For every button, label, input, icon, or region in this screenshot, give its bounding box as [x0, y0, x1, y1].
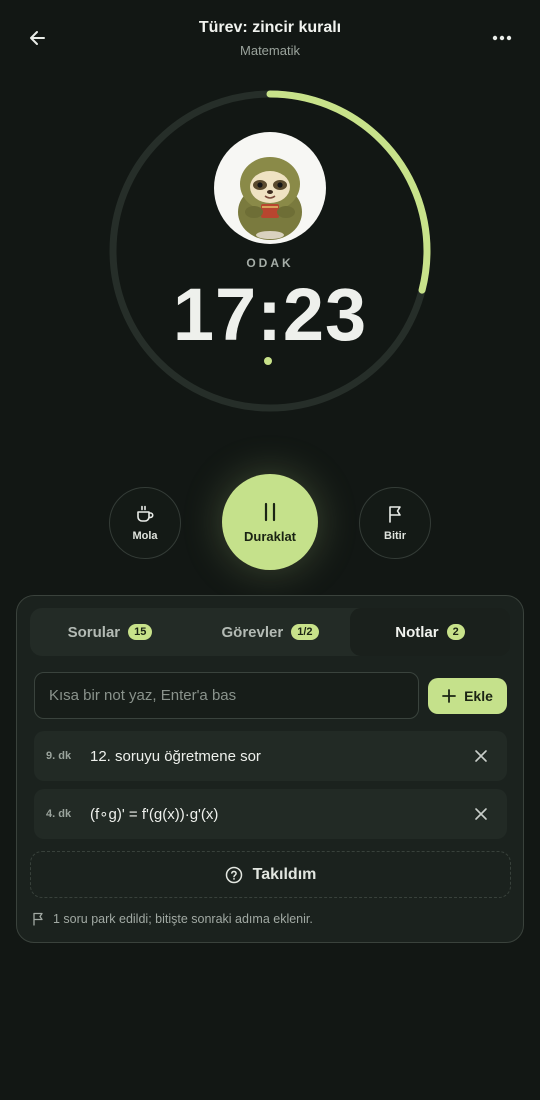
pause-label: Duraklat: [243, 528, 297, 544]
pause-icon: [264, 502, 276, 521]
finish-label: Bitir: [384, 530, 406, 542]
timer-mode-label: ODAK: [246, 256, 294, 270]
more-horizontal-icon: [492, 35, 512, 41]
tab-label: Notlar: [395, 623, 439, 641]
coffee-cup-icon: [137, 505, 154, 522]
delete-note-button[interactable]: [461, 736, 501, 776]
flag-icon: [33, 912, 43, 926]
tab-label: Görevler: [221, 623, 284, 641]
flag-icon: [389, 506, 401, 523]
tab-sorular[interactable]: Sorular 15: [30, 608, 190, 656]
note-input[interactable]: [34, 672, 419, 719]
stuck-button[interactable]: Takıldım: [30, 851, 511, 898]
finish-button[interactable]: Bitir: [359, 487, 431, 559]
sloth-avatar: [214, 132, 326, 244]
page-subtitle: Matematik: [240, 43, 300, 58]
break-button[interactable]: Mola: [109, 487, 181, 559]
tab-gorevler[interactable]: Görevler 1/2: [190, 608, 350, 656]
session-indicator-dot: [264, 357, 272, 365]
close-icon: [475, 808, 487, 820]
note-text: 12. soruyu öğretmene sor: [90, 747, 261, 765]
panel-tabs: Sorular 15 Görevler 1/2 Notlar 2: [30, 608, 510, 656]
plus-icon: [442, 689, 456, 703]
note-minute: 9. dk: [46, 750, 72, 762]
pause-button[interactable]: Duraklat: [222, 474, 318, 570]
question-circle-icon: [225, 866, 242, 883]
close-icon: [475, 750, 487, 762]
list-item: 4. dk (f∘g)' = f'(g(x))·g'(x): [34, 789, 507, 839]
tab-label: Sorular: [67, 623, 121, 641]
tab-count-badge: 15: [128, 624, 153, 640]
note-text: (f∘g)' = f'(g(x))·g'(x): [90, 806, 219, 823]
footnote-text: 1 soru park edildi; bitişte sonraki adım…: [53, 912, 313, 926]
tab-count-badge: 2: [446, 624, 465, 640]
focus-session-screen: Türev: zincir kuralı Matematik ODAK 17:2…: [0, 0, 540, 1100]
page-title: Türev: zincir kuralı: [198, 19, 342, 36]
session-panel: Sorular 15 Görevler 1/2 Notlar 2 Ekle 9.…: [16, 595, 524, 943]
more-options-button[interactable]: [488, 26, 516, 50]
list-item: 9. dk 12. soruyu öğretmene sor: [34, 731, 507, 781]
note-minute: 4. dk: [46, 808, 72, 820]
delete-note-button[interactable]: [461, 794, 501, 834]
tab-notlar[interactable]: Notlar 2: [350, 608, 510, 656]
parked-question-note: 1 soru park edildi; bitişte sonraki adım…: [32, 912, 313, 926]
add-note-button[interactable]: Ekle: [428, 678, 507, 714]
break-label: Mola: [132, 530, 158, 542]
stuck-label: Takıldım: [252, 865, 317, 883]
timer-time: 17:23: [172, 273, 368, 356]
tab-count-badge: 1/2: [291, 624, 319, 640]
add-note-label: Ekle: [464, 688, 493, 704]
